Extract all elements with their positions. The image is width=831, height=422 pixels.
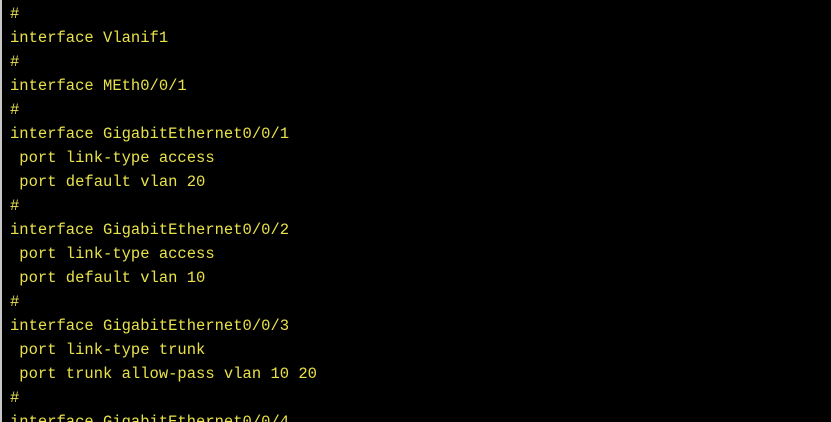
terminal-line: # — [10, 197, 20, 215]
terminal-line: interface GigabitEthernet0/0/3 — [10, 317, 290, 335]
terminal-line: interface GigabitEthernet0/0/2 — [10, 221, 290, 239]
terminal-line: # — [10, 5, 20, 23]
terminal-window[interactable]: # interface Vlanif1 # interface MEth0/0/… — [0, 0, 831, 422]
terminal-line: interface MEth0/0/1 — [10, 77, 187, 95]
terminal-line: port default vlan 10 — [10, 269, 206, 287]
terminal-line: port link-type access — [10, 149, 215, 167]
terminal-line: # — [10, 389, 20, 407]
terminal-line: interface GigabitEthernet0/0/4 — [10, 413, 290, 422]
terminal-line: # — [10, 53, 20, 71]
terminal-line: port link-type trunk — [10, 341, 206, 359]
terminal-line: interface GigabitEthernet0/0/1 — [10, 125, 290, 143]
terminal-line: port trunk allow-pass vlan 10 20 — [10, 365, 317, 383]
window-left-border — [0, 0, 2, 422]
terminal-line: port link-type access — [10, 245, 215, 263]
terminal-output: # interface Vlanif1 # interface MEth0/0/… — [10, 2, 317, 422]
terminal-line: # — [10, 293, 20, 311]
terminal-line: port default vlan 20 — [10, 173, 206, 191]
terminal-line: interface Vlanif1 — [10, 29, 169, 47]
terminal-line: # — [10, 101, 20, 119]
